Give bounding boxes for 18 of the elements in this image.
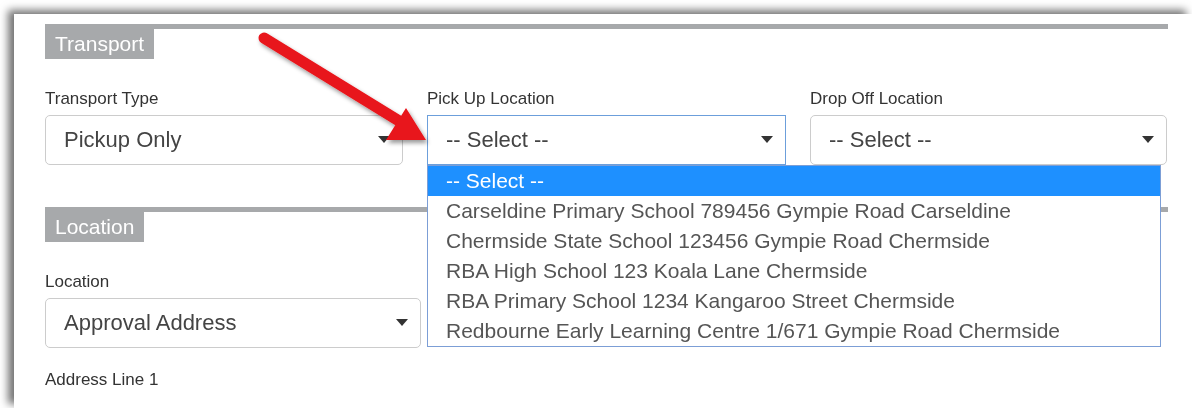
field-label: Transport Type	[45, 89, 159, 109]
select-field[interactable]: Pickup Only	[45, 115, 403, 165]
select-field[interactable]: -- Select --	[810, 115, 1167, 165]
caret-icon	[761, 136, 773, 143]
caret-icon	[1142, 136, 1154, 143]
dropdown-option[interactable]: Redbourne Early Learning Centre 1/671 Gympie Road Chermside	[428, 316, 1160, 346]
caret-icon	[396, 319, 408, 326]
dropdown-option[interactable]: RBA High School 123 Koala Lane Chermside	[428, 256, 1160, 286]
field-label: Drop Off Location	[810, 89, 943, 109]
dropdown-option[interactable]: Carseldine Primary School 789456 Gympie Road Carseldine	[428, 196, 1160, 226]
section-title: Transport	[45, 29, 155, 59]
section-title: Location	[45, 212, 145, 242]
dropdown-option[interactable]: RBA Primary School 1234 Kangaroo Street Chermside	[428, 286, 1160, 316]
select-field[interactable]: Approval Address	[45, 298, 421, 348]
field-label: Address Line 1	[45, 370, 159, 390]
dropdown-option[interactable]: Chermside State School 123456 Gympie Road Chermside	[428, 226, 1160, 256]
field-label: Pick Up Location	[427, 89, 555, 109]
field-label: Location	[45, 272, 110, 292]
